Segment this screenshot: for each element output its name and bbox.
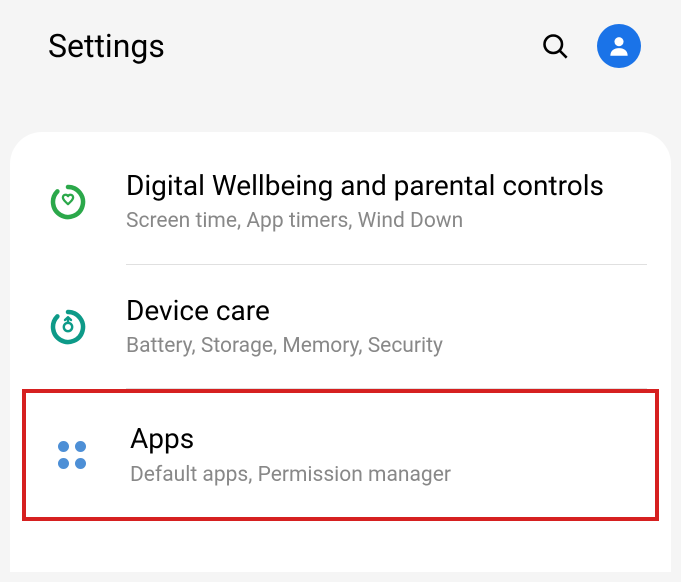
device-care-icon (50, 309, 86, 345)
list-item-subtitle: Screen time, App timers, Wind Down (126, 208, 647, 235)
settings-card: Digital Wellbeing and parental controls … (10, 132, 671, 572)
list-item-subtitle: Default apps, Permission manager (130, 462, 631, 489)
wellbeing-icon (50, 184, 86, 220)
header-actions (541, 24, 641, 68)
list-content: Device care Battery, Storage, Memory, Se… (126, 293, 647, 361)
list-item-title: Apps (130, 421, 631, 457)
list-item-title: Digital Wellbeing and parental controls (126, 168, 647, 204)
list-item-subtitle: Battery, Storage, Memory, Security (126, 333, 647, 360)
list-item-title: Device care (126, 293, 647, 329)
page-title: Settings (48, 27, 165, 65)
list-content: Apps Default apps, Permission manager (130, 421, 631, 489)
search-icon[interactable] (541, 32, 569, 60)
settings-item-apps[interactable]: Apps Default apps, Permission manager (22, 389, 659, 521)
apps-icon (54, 437, 90, 473)
profile-icon[interactable] (597, 24, 641, 68)
list-content: Digital Wellbeing and parental controls … (126, 168, 647, 236)
settings-header: Settings (0, 0, 681, 92)
settings-item-device-care[interactable]: Device care Battery, Storage, Memory, Se… (10, 265, 671, 389)
settings-item-digital-wellbeing[interactable]: Digital Wellbeing and parental controls … (10, 140, 671, 264)
